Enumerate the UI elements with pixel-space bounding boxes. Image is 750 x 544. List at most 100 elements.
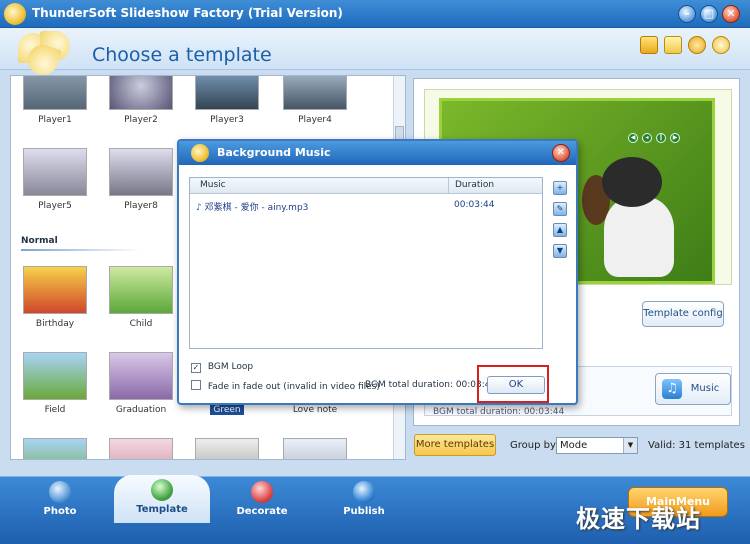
fade-checkbox-row[interactable]: Fade in fade out (invalid in video files… xyxy=(191,380,380,392)
group-by-label: Group by xyxy=(510,440,556,451)
template-label: Player1 xyxy=(38,115,72,125)
template-player8[interactable]: Player8 xyxy=(105,148,177,211)
more-templates-button[interactable]: More templates xyxy=(414,434,496,456)
music-button[interactable]: ♫ Music xyxy=(655,373,731,405)
template-birthday[interactable]: Birthday xyxy=(19,266,91,329)
valid-templates-count: Valid: 31 templates xyxy=(648,440,745,451)
column-header-duration[interactable]: Duration xyxy=(455,180,494,190)
ok-button[interactable]: OK xyxy=(487,376,545,394)
chevron-down-icon[interactable]: ▼ xyxy=(623,438,637,453)
move-down-icon[interactable]: ▼ xyxy=(553,244,567,258)
dialog-close-button[interactable]: ✕ xyxy=(552,144,570,162)
music-row-name[interactable]: ♪ 邓紫棋 - 爱你 - ainy.mp3 xyxy=(196,200,308,213)
tab-publish[interactable]: Publish xyxy=(316,477,412,523)
watermark-text: 极速下载站 xyxy=(576,505,701,533)
fade-checkbox[interactable] xyxy=(191,380,201,390)
clover-logo-icon xyxy=(10,31,84,80)
music-list[interactable]: Music Duration ♪ 邓紫棋 - 爱你 - ainy.mp3 00:… xyxy=(189,177,543,349)
group-by-value: Mode xyxy=(560,440,588,451)
template-label: Player2 xyxy=(124,115,158,125)
tab-template[interactable]: Template xyxy=(114,475,210,523)
template-player3[interactable]: Player3 xyxy=(191,76,263,125)
bgm-loop-checkbox-row[interactable]: ✓ BGM Loop xyxy=(191,362,253,373)
section-divider xyxy=(21,249,141,251)
template-label: Field xyxy=(44,405,66,415)
tab-decorate-label: Decorate xyxy=(236,506,288,517)
publish-icon xyxy=(353,481,375,503)
template-field[interactable]: Field xyxy=(19,352,91,415)
prev-icon[interactable]: ◀ xyxy=(628,133,638,143)
music-list-header: Music Duration xyxy=(190,178,542,194)
pause-icon[interactable]: ‖ xyxy=(656,133,666,143)
page-header: Choose a template xyxy=(0,28,750,80)
rewind-icon[interactable]: ◂ xyxy=(642,133,652,143)
template-thumbnail xyxy=(109,76,173,110)
template-thumbnail xyxy=(23,352,87,400)
group-by-select[interactable]: Mode ▼ xyxy=(556,437,638,454)
template-thumbnail xyxy=(109,438,173,459)
template-label: Player4 xyxy=(298,115,332,125)
template-player4[interactable]: Player4 xyxy=(279,76,351,125)
folder-icon[interactable] xyxy=(640,36,658,54)
tab-photo[interactable]: Photo xyxy=(12,477,108,523)
template-player5[interactable]: Player5 xyxy=(19,148,91,211)
column-separator xyxy=(448,178,449,194)
template-next-1[interactable] xyxy=(19,438,91,459)
template-next-3[interactable] xyxy=(191,438,263,459)
template-thumbnail xyxy=(23,266,87,314)
template-graduation[interactable]: Graduation xyxy=(105,352,177,415)
clover-icon[interactable] xyxy=(712,36,730,54)
template-thumbnail xyxy=(195,76,259,110)
play-icon[interactable]: ▶ xyxy=(670,133,680,143)
template-label: Player8 xyxy=(124,201,158,211)
template-thumbnail xyxy=(109,148,173,196)
maximize-button[interactable]: □ xyxy=(700,5,718,23)
column-header-music[interactable]: Music xyxy=(200,180,226,190)
music-note-icon: ♪ xyxy=(196,203,202,213)
puppy-photo xyxy=(582,157,682,277)
template-label: Player3 xyxy=(210,115,244,125)
template-thumbnail xyxy=(283,438,347,459)
help-icon[interactable] xyxy=(688,36,706,54)
template-next-4[interactable] xyxy=(279,438,351,459)
title-bar: ThunderSoft Slideshow Factory (Trial Ver… xyxy=(0,0,750,28)
note-icon[interactable] xyxy=(664,36,682,54)
bgm-loop-label: BGM Loop xyxy=(207,362,254,372)
background-music-dialog: Background Music ✕ Music Duration ♪ 邓紫棋 … xyxy=(177,139,578,405)
template-player1[interactable]: Player1 xyxy=(19,76,91,125)
template-thumbnail xyxy=(195,438,259,459)
template-label: Player5 xyxy=(38,201,72,211)
music-note-icon: ♫ xyxy=(662,379,682,399)
section-label-normal: Normal xyxy=(21,236,58,246)
bottom-navigation: Photo Template Decorate Publish MainMenu… xyxy=(0,475,750,544)
camera-icon xyxy=(49,481,71,503)
fade-label: Fade in fade out (invalid in video files… xyxy=(207,382,380,392)
music-button-label: Music xyxy=(690,383,720,394)
move-up-icon[interactable]: ▲ xyxy=(553,223,567,237)
bgm-total-duration-behind: BGM total duration: 00:03:44 xyxy=(433,407,565,417)
tab-decorate[interactable]: Decorate xyxy=(214,477,310,523)
ok-highlight-box: OK xyxy=(477,365,549,403)
template-thumbnail xyxy=(109,352,173,400)
minimize-button[interactable]: – xyxy=(678,5,696,23)
template-config-button[interactable]: Template config xyxy=(642,301,724,327)
tab-template-label: Template xyxy=(136,504,188,515)
edit-music-icon[interactable]: ✎ xyxy=(553,202,567,216)
dialog-title: Background Music xyxy=(217,146,331,159)
template-label: Love note xyxy=(292,405,338,415)
template-next-2[interactable] xyxy=(105,438,177,459)
add-music-icon[interactable]: + xyxy=(553,181,567,195)
page-title: Choose a template xyxy=(92,44,272,66)
music-file-name: 邓紫棋 - 爱你 - ainy.mp3 xyxy=(204,203,309,213)
template-player2[interactable]: Player2 xyxy=(105,76,177,125)
template-child[interactable]: Child xyxy=(105,266,177,329)
window-title: ThunderSoft Slideshow Factory (Trial Ver… xyxy=(32,6,343,20)
template-label: Child xyxy=(129,319,153,329)
template-label: Graduation xyxy=(115,405,167,415)
template-thumbnail xyxy=(23,438,87,459)
template-thumbnail xyxy=(23,76,87,110)
globe-icon xyxy=(151,479,173,501)
close-button[interactable]: ✕ xyxy=(722,5,740,23)
template-thumbnail xyxy=(283,76,347,110)
bgm-loop-checkbox[interactable]: ✓ xyxy=(191,363,201,373)
